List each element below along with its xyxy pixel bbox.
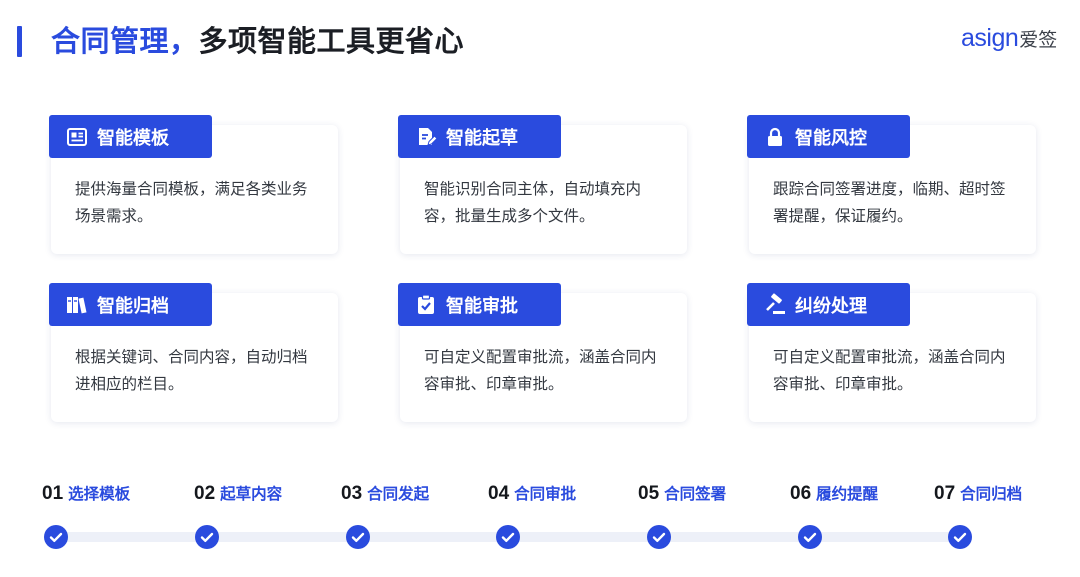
feature-label: 智能归档 xyxy=(97,295,169,317)
feature-label: 智能风控 xyxy=(795,127,867,149)
feature-description: 可自定义配置审批流，涵盖合同内容审批、印章审批。 xyxy=(424,348,657,393)
step-label-3: 03 合同发起 xyxy=(341,482,429,506)
gavel-icon xyxy=(763,292,787,317)
template-icon xyxy=(65,125,89,149)
feature-card-archive: 智能归档 根据关键词、合同内容，自动归档进相应的栏目。 xyxy=(49,283,338,422)
step-label-1: 01 选择模板 xyxy=(42,482,130,506)
page-title: 合同管理，多项智能工具更省心 xyxy=(51,21,464,61)
step-check-icon xyxy=(496,525,520,549)
brand-logo: asign爱签 xyxy=(961,24,1057,56)
feature-description: 跟踪合同签署进度，临期、超时签署提醒，保证履约。 xyxy=(773,180,1006,225)
feature-tag: 智能风控 xyxy=(747,115,910,158)
approval-clipboard-icon xyxy=(414,293,438,317)
feature-tag: 智能归档 xyxy=(49,283,212,326)
step-check-icon xyxy=(195,525,219,549)
step-number: 05 xyxy=(638,483,660,504)
step-number: 03 xyxy=(341,483,363,504)
feature-description: 根据关键词、合同内容，自动归档进相应的栏目。 xyxy=(75,348,308,393)
title-accent-text: 合同管理， xyxy=(51,24,199,58)
lock-icon xyxy=(763,125,787,149)
title-accent-bar xyxy=(17,26,22,57)
step-check-icon xyxy=(44,525,68,549)
archive-icon xyxy=(65,293,89,317)
step-label-4: 04 合同审批 xyxy=(488,482,576,506)
feature-card-risk-control: 智能风控 跟踪合同签署进度，临期、超时签署提醒，保证履约。 xyxy=(747,115,1036,254)
feature-tag: 智能起草 xyxy=(398,115,561,158)
feature-card-draft: 智能起草 智能识别合同主体，自动填充内容，批量生成多个文件。 xyxy=(398,115,687,254)
feature-description: 可自定义配置审批流，涵盖合同内容审批、印章审批。 xyxy=(773,348,1006,393)
step-text: 合同归档 xyxy=(960,485,1023,503)
step-check-icon xyxy=(948,525,972,549)
step-number: 06 xyxy=(790,483,812,504)
step-label-7: 07 合同归档 xyxy=(934,482,1022,506)
step-check-icon xyxy=(346,525,370,549)
step-text: 选择模板 xyxy=(68,485,131,503)
feature-label: 智能审批 xyxy=(446,295,518,317)
feature-card-approval: 智能审批 可自定义配置审批流，涵盖合同内容审批、印章审批。 xyxy=(398,283,687,422)
feature-label: 智能起草 xyxy=(446,127,518,149)
step-number: 04 xyxy=(488,483,510,504)
feature-description: 智能识别合同主体，自动填充内容，批量生成多个文件。 xyxy=(424,180,642,225)
step-check-icon xyxy=(647,525,671,549)
step-number: 07 xyxy=(934,483,956,504)
step-label-6: 06 履约提醒 xyxy=(790,482,878,506)
step-label-5: 05 合同签署 xyxy=(638,482,726,506)
feature-tag: 纠纷处理 xyxy=(747,283,910,326)
feature-card-template: 智能模板 提供海量合同模板，满足各类业务场景需求。 xyxy=(49,115,338,254)
step-label-2: 02 起草内容 xyxy=(194,482,282,506)
feature-label: 智能模板 xyxy=(97,127,169,149)
logo-chinese-text: 爱签 xyxy=(1019,29,1058,51)
logo-latin-text: asign xyxy=(961,24,1019,52)
title-main-text: 多项智能工具更省心 xyxy=(198,24,465,58)
step-text: 合同发起 xyxy=(367,485,430,503)
step-number: 02 xyxy=(194,483,216,504)
step-check-icon xyxy=(798,525,822,549)
step-text: 合同签署 xyxy=(664,485,727,503)
feature-tag: 智能审批 xyxy=(398,283,561,326)
step-number: 01 xyxy=(42,483,64,504)
step-text: 履约提醒 xyxy=(816,485,879,503)
step-text: 起草内容 xyxy=(220,485,283,503)
feature-description: 提供海量合同模板，满足各类业务场景需求。 xyxy=(75,180,308,225)
feature-label: 纠纷处理 xyxy=(795,295,867,317)
feature-tag: 智能模板 xyxy=(49,115,212,158)
step-text: 合同审批 xyxy=(514,485,577,503)
feature-card-dispute: 纠纷处理 可自定义配置审批流，涵盖合同内容审批、印章审批。 xyxy=(747,283,1036,422)
draft-icon xyxy=(414,125,438,149)
